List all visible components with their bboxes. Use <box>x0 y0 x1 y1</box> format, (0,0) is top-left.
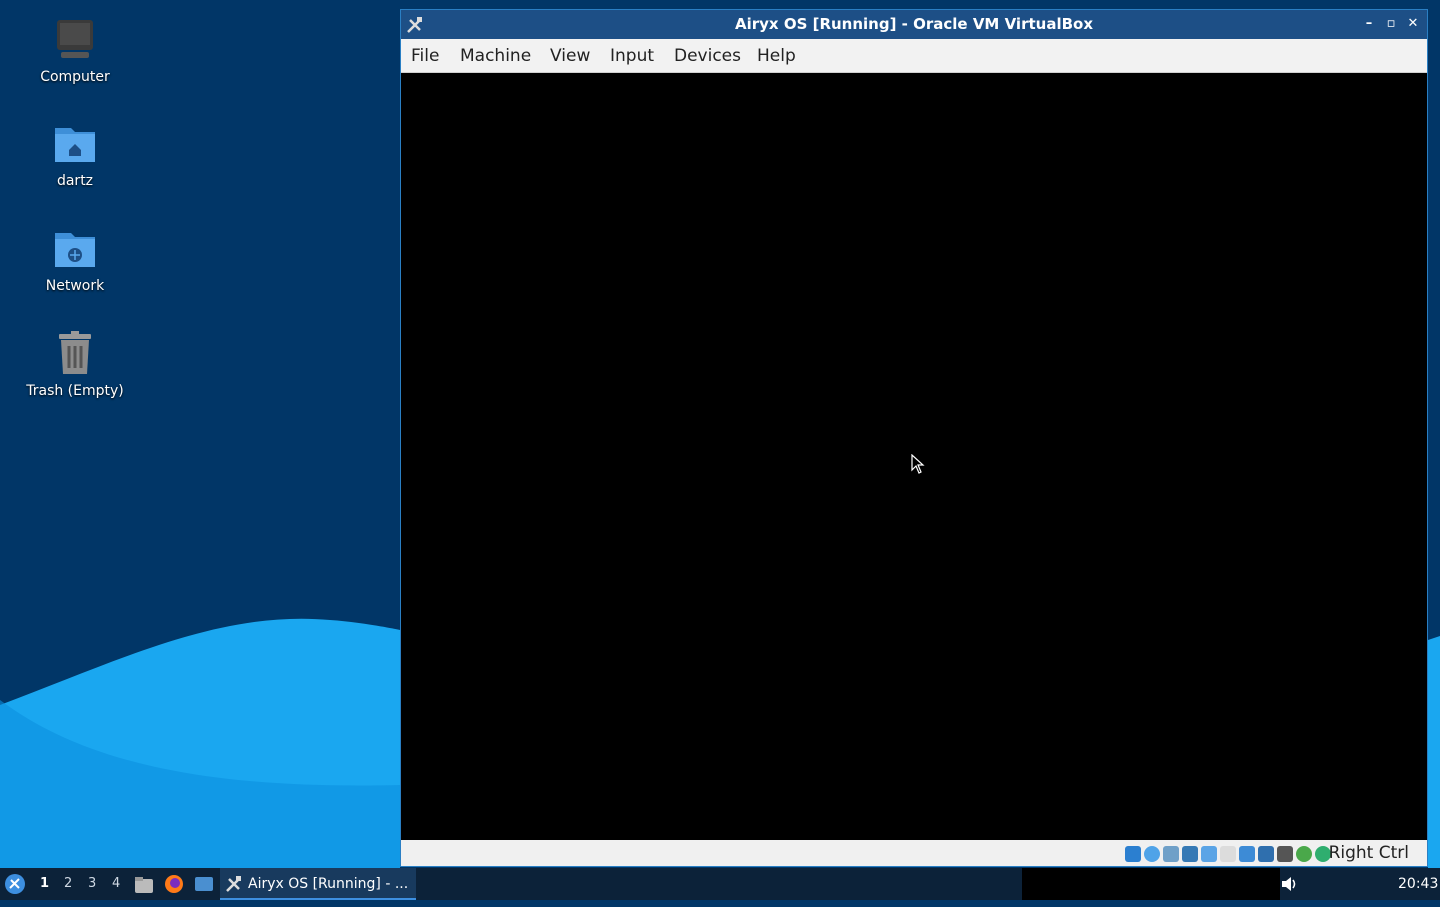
desktop-icon-network[interactable]: Network <box>0 225 150 295</box>
network-icon[interactable] <box>1182 846 1198 862</box>
workspace-3[interactable]: 3 <box>88 868 96 900</box>
desktop-icon-label: Network <box>45 278 105 294</box>
desktop-icon-trash[interactable]: Trash (Empty) <box>0 330 150 400</box>
audio-icon[interactable] <box>1163 846 1179 862</box>
clock[interactable]: 20:43 <box>1398 868 1438 900</box>
menu-view[interactable]: View <box>550 46 590 66</box>
trash-icon <box>59 331 91 374</box>
file-manager-launcher[interactable] <box>134 868 154 900</box>
file-manager-icon <box>135 877 153 893</box>
cpu-icon[interactable] <box>1296 846 1312 862</box>
menu-machine[interactable]: Machine <box>460 46 531 66</box>
workspace-2[interactable]: 2 <box>64 868 72 900</box>
volume-icon <box>1282 877 1296 891</box>
maximize-button[interactable]: ▫ <box>1383 16 1399 32</box>
desktop-icon-computer[interactable]: Computer <box>0 16 150 86</box>
volume-button[interactable] <box>1280 868 1298 900</box>
desktop-icon-label: Trash (Empty) <box>26 383 124 399</box>
task-label: Airyx OS [Running] - ... <box>248 876 409 892</box>
video-capture-icon[interactable] <box>1258 846 1274 862</box>
firefox-launcher[interactable] <box>164 868 184 900</box>
host-key-label: Right Ctrl <box>1328 843 1409 863</box>
desktop-icon-label: dartz <box>56 173 94 189</box>
status-bar: Right Ctrl <box>401 840 1427 866</box>
menu-help[interactable]: Help <box>757 46 796 66</box>
hard-disk-icon[interactable] <box>1125 846 1141 862</box>
usb-icon[interactable] <box>1201 846 1217 862</box>
optical-disk-icon[interactable] <box>1144 846 1160 862</box>
terminal-launcher[interactable] <box>194 868 214 900</box>
shared-folders-icon[interactable] <box>1220 846 1236 862</box>
virtualization-icon[interactable] <box>1277 846 1293 862</box>
window-title: Airyx OS [Running] - Oracle VM VirtualBo… <box>735 15 1093 33</box>
workspace-4[interactable]: 4 <box>112 868 120 900</box>
terminal-icon <box>195 877 213 891</box>
desktop-icon-label: Computer <box>40 69 110 85</box>
display-icon[interactable] <box>1239 846 1255 862</box>
tray-blank-area <box>1022 868 1280 900</box>
desktop-icon-dartz[interactable]: dartz <box>0 120 150 190</box>
window-titlebar[interactable]: Airyx OS [Running] - Oracle VM VirtualBo… <box>401 10 1427 39</box>
start-menu-button[interactable] <box>4 868 28 900</box>
workspace-1[interactable]: 1 <box>40 868 49 900</box>
home-folder-icon <box>55 128 95 162</box>
menu-devices[interactable]: Devices <box>674 46 741 66</box>
virtualbox-window: Airyx OS [Running] - Oracle VM VirtualBo… <box>400 9 1428 867</box>
menu-file[interactable]: File <box>411 46 439 66</box>
start-menu-icon <box>5 874 25 894</box>
task-virtualbox[interactable]: Airyx OS [Running] - ... <box>220 868 416 900</box>
network-folder-icon <box>55 233 95 267</box>
minimize-button[interactable]: – <box>1361 16 1377 32</box>
menu-input[interactable]: Input <box>610 46 654 66</box>
virtualbox-task-icon <box>226 876 241 892</box>
computer-icon <box>57 20 93 58</box>
close-button[interactable]: ✕ <box>1405 16 1421 32</box>
firefox-icon <box>165 875 183 893</box>
mouse-cursor-icon <box>911 454 925 474</box>
menu-bar: File Machine View Input Devices Help <box>401 39 1427 73</box>
